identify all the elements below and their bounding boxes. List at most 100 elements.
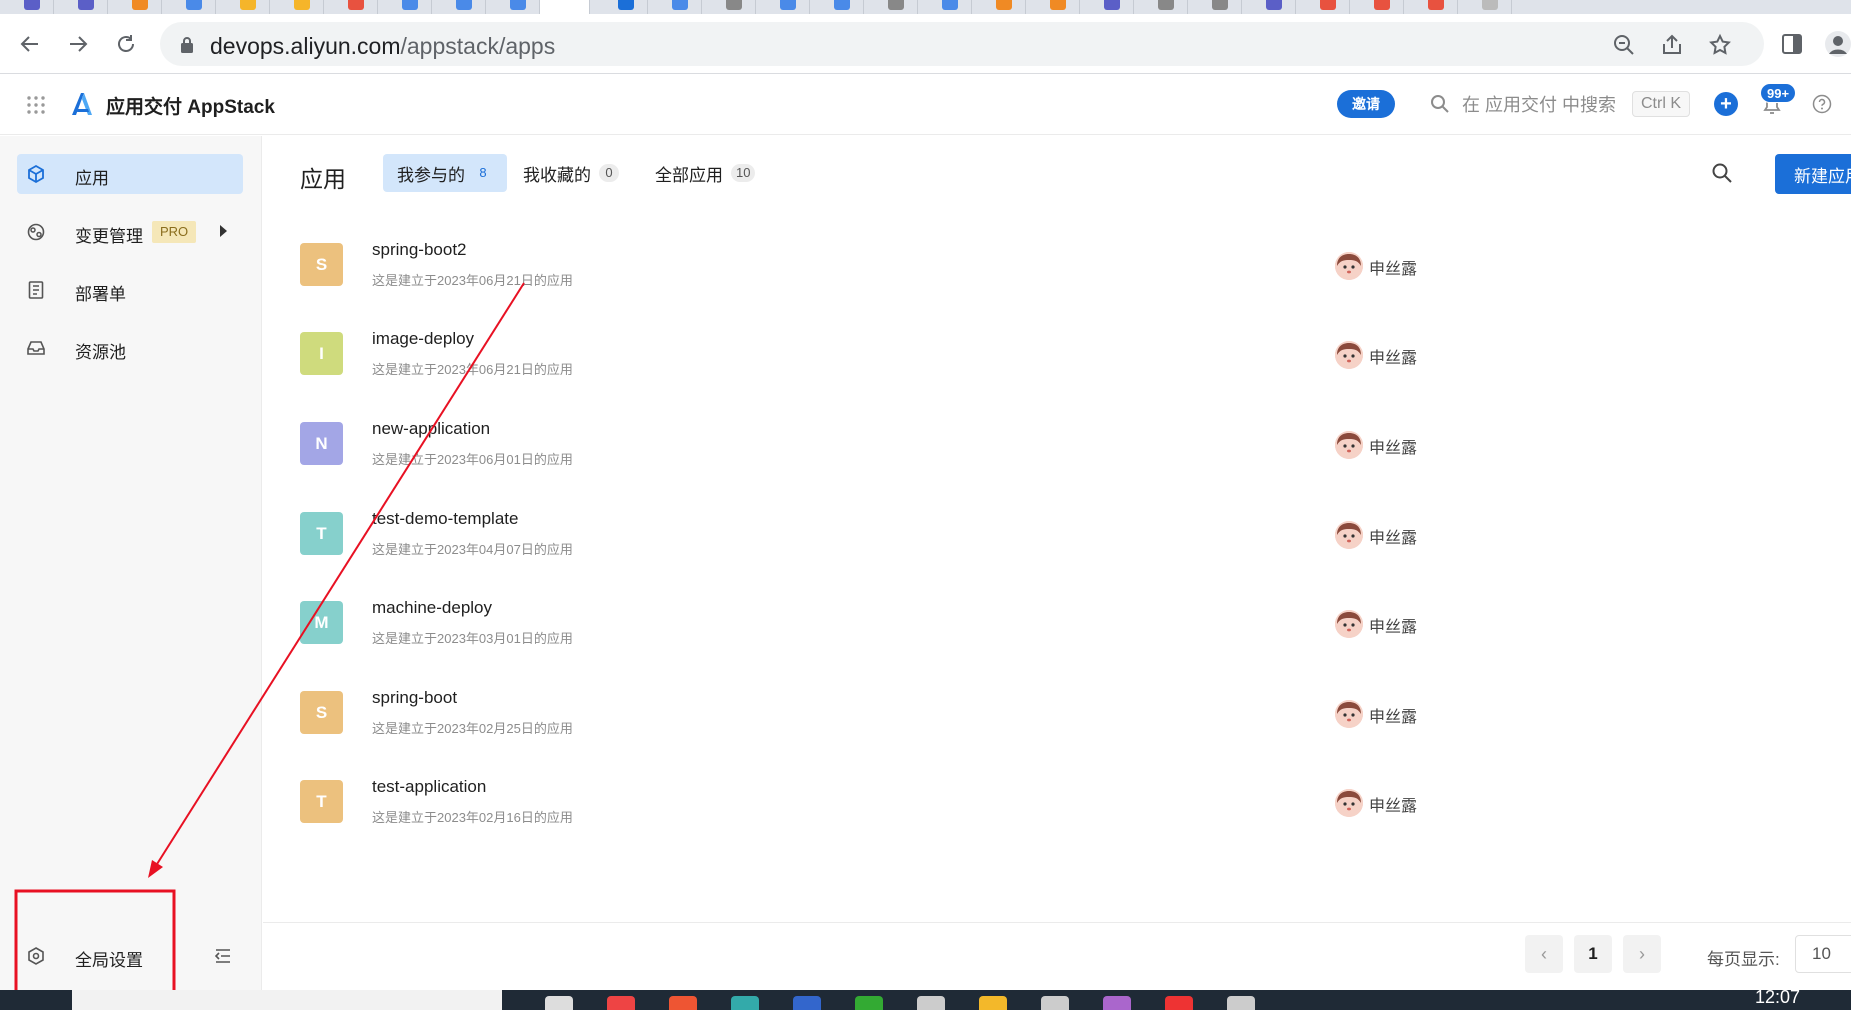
taskbar-app-icon[interactable] bbox=[855, 996, 883, 1010]
app-name[interactable]: test-application bbox=[372, 777, 486, 797]
reload-button[interactable] bbox=[110, 28, 142, 60]
back-button[interactable] bbox=[14, 28, 46, 60]
app-name[interactable]: spring-boot bbox=[372, 688, 457, 708]
tab-participating[interactable]: 我参与的 8 bbox=[383, 154, 507, 192]
browser-tab[interactable] bbox=[324, 0, 378, 14]
taskbar-app-icon[interactable] bbox=[1103, 996, 1131, 1010]
new-app-button[interactable]: 新建应用 bbox=[1775, 154, 1851, 194]
star-icon[interactable] bbox=[1708, 33, 1732, 57]
os-taskbar: 12:07 bbox=[0, 990, 1851, 1010]
global-settings-button[interactable]: 全局设置 bbox=[17, 936, 243, 976]
sidebar-item-change-management[interactable]: 变更管理 PRO bbox=[17, 212, 243, 252]
sidebar: 应用 变更管理 PRO 部署单 资源池 全局设置 bbox=[0, 136, 262, 990]
app-description: 这是建立于2023年02月25日的应用 bbox=[372, 721, 573, 736]
global-search-input[interactable]: 在 应用交付 中搜索 bbox=[1462, 91, 1616, 117]
taskbar-app-icon[interactable] bbox=[731, 996, 759, 1010]
browser-tab-strip bbox=[0, 0, 1851, 14]
browser-tab[interactable] bbox=[594, 0, 648, 14]
profile-icon[interactable] bbox=[1825, 30, 1851, 58]
app-row[interactable]: Ttest-application 这是建立于2023年02月16日的应用 申丝露 bbox=[263, 747, 1851, 853]
browser-tab[interactable] bbox=[648, 0, 702, 14]
create-button[interactable]: + bbox=[1714, 92, 1738, 116]
app-name[interactable]: spring-boot2 bbox=[372, 240, 467, 260]
browser-tab[interactable] bbox=[0, 0, 54, 14]
collapse-sidebar-icon[interactable] bbox=[213, 946, 233, 966]
avatar-face-icon bbox=[1335, 789, 1363, 817]
page-size-select[interactable]: 10 bbox=[1795, 935, 1851, 973]
taskbar-app-icon[interactable] bbox=[1227, 996, 1255, 1010]
app-grid-icon[interactable] bbox=[26, 95, 46, 115]
taskbar-app-icon[interactable] bbox=[607, 996, 635, 1010]
owner-name: 申丝露 bbox=[1369, 350, 1418, 367]
tab-all-apps[interactable]: 全部应用 10 bbox=[641, 154, 769, 192]
sidebar-item-label: 变更管理 bbox=[75, 227, 143, 246]
share-icon[interactable] bbox=[1660, 33, 1684, 57]
browser-tab[interactable] bbox=[702, 0, 756, 14]
browser-tab[interactable] bbox=[162, 0, 216, 14]
tab-favorites[interactable]: 我收藏的 0 bbox=[509, 154, 633, 192]
app-avatar: S bbox=[300, 691, 343, 734]
app-name[interactable]: test-demo-template bbox=[372, 509, 518, 529]
taskbar-app-icon[interactable] bbox=[669, 996, 697, 1010]
page-number-button[interactable]: 1 bbox=[1574, 935, 1612, 973]
app-name[interactable]: image-deploy bbox=[372, 329, 474, 349]
address-bar[interactable]: devops.aliyun.com/appstack/apps bbox=[160, 22, 1764, 66]
browser-tab[interactable] bbox=[864, 0, 918, 14]
side-panel-icon[interactable] bbox=[1780, 32, 1804, 56]
browser-tab[interactable] bbox=[1188, 0, 1242, 14]
browser-tab[interactable] bbox=[540, 0, 590, 14]
sidebar-item-resource-pool[interactable]: 资源池 bbox=[17, 328, 243, 368]
browser-tab[interactable] bbox=[1242, 0, 1296, 14]
search-icon[interactable] bbox=[1430, 94, 1450, 114]
browser-tab[interactable] bbox=[1458, 0, 1512, 14]
browser-tab[interactable] bbox=[108, 0, 162, 14]
invite-button[interactable]: 邀请 bbox=[1337, 90, 1395, 118]
app-avatar: I bbox=[300, 332, 343, 375]
browser-tab[interactable] bbox=[972, 0, 1026, 14]
inbox-icon bbox=[27, 341, 45, 355]
browser-tab[interactable] bbox=[1080, 0, 1134, 14]
browser-tab[interactable] bbox=[54, 0, 108, 14]
next-page-button[interactable]: › bbox=[1623, 935, 1661, 973]
tab-favicon-icon bbox=[996, 0, 1012, 10]
browser-tab[interactable] bbox=[810, 0, 864, 14]
app-name[interactable]: machine-deploy bbox=[372, 598, 492, 618]
expand-arrow-icon[interactable] bbox=[220, 225, 227, 237]
taskbar-app-icon[interactable] bbox=[979, 996, 1007, 1010]
browser-tab[interactable] bbox=[216, 0, 270, 14]
browser-tab[interactable] bbox=[1350, 0, 1404, 14]
browser-tab[interactable] bbox=[270, 0, 324, 14]
browser-tab[interactable] bbox=[486, 0, 540, 14]
tab-favicon-icon bbox=[1050, 0, 1066, 10]
owner-name: 申丝露 bbox=[1369, 709, 1418, 726]
forward-button[interactable] bbox=[62, 28, 94, 60]
zoom-out-icon[interactable] bbox=[1612, 33, 1636, 57]
browser-tab[interactable] bbox=[1404, 0, 1458, 14]
app-description: 这是建立于2023年06月01日的应用 bbox=[372, 452, 573, 467]
sidebar-item-apps[interactable]: 应用 bbox=[17, 154, 243, 194]
prev-page-button[interactable]: ‹ bbox=[1525, 935, 1563, 973]
search-apps-icon[interactable] bbox=[1711, 162, 1733, 184]
taskbar-app-icon[interactable] bbox=[1165, 996, 1193, 1010]
app-name[interactable]: new-application bbox=[372, 419, 490, 439]
browser-tab[interactable] bbox=[756, 0, 810, 14]
owner-avatar bbox=[1335, 341, 1363, 369]
taskbar-search-box[interactable] bbox=[72, 990, 502, 1010]
browser-tab[interactable] bbox=[1134, 0, 1188, 14]
browser-tab[interactable] bbox=[1296, 0, 1350, 14]
browser-tab[interactable] bbox=[432, 0, 486, 14]
browser-tab[interactable] bbox=[378, 0, 432, 14]
help-icon[interactable] bbox=[1812, 94, 1832, 114]
browser-tab[interactable] bbox=[1026, 0, 1080, 14]
browser-tab[interactable] bbox=[918, 0, 972, 14]
tab-favicon-icon bbox=[456, 0, 472, 10]
taskbar-app-icon[interactable] bbox=[1041, 996, 1069, 1010]
tab-favicon-icon bbox=[1374, 0, 1390, 10]
taskbar-app-icon[interactable] bbox=[545, 996, 573, 1010]
settings-hexagon-icon bbox=[28, 947, 44, 965]
taskbar-app-icon[interactable] bbox=[793, 996, 821, 1010]
taskbar-app-icon[interactable] bbox=[917, 996, 945, 1010]
tab-favicon-icon bbox=[1104, 0, 1120, 10]
sidebar-item-deploy-orders[interactable]: 部署单 bbox=[17, 270, 243, 310]
tab-favicon-icon bbox=[294, 0, 310, 10]
